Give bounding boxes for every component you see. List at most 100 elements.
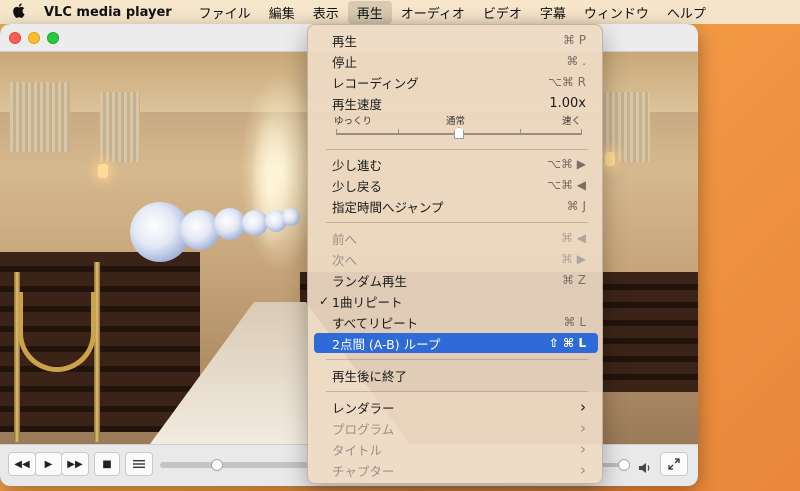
menu-item-label: レコーディング bbox=[332, 75, 419, 91]
apple-icon[interactable] bbox=[0, 2, 36, 22]
list-icon bbox=[133, 460, 145, 468]
menu-item-label: チャプター bbox=[332, 463, 395, 479]
menu-item-label: 停止 bbox=[332, 54, 358, 70]
menu-item-label: 1曲リピート bbox=[332, 294, 403, 310]
seek-bar[interactable] bbox=[160, 459, 310, 471]
wall-lamp bbox=[98, 164, 108, 178]
menu-item-label: 再生速度 bbox=[332, 96, 383, 112]
speed-tick bbox=[581, 129, 582, 134]
speed-tick bbox=[398, 129, 399, 134]
shortcut-label: ⌘ Z bbox=[561, 273, 586, 287]
submenu-arrow-icon: › bbox=[580, 398, 586, 416]
volume-slider[interactable] bbox=[600, 459, 630, 471]
menu-item-label: 再生後に終了 bbox=[332, 368, 408, 384]
stanchion-post bbox=[94, 262, 100, 442]
play-button[interactable]: ▶ bbox=[35, 452, 62, 476]
stop-button[interactable]: ■ bbox=[94, 452, 120, 476]
menu-view[interactable]: 表示 bbox=[304, 1, 348, 24]
shortcut-label: ⇧ ⌘ L bbox=[548, 336, 586, 350]
seek-knob[interactable] bbox=[211, 459, 223, 471]
menu-item-label: プログラム bbox=[332, 421, 395, 437]
shortcut-label: ⌘ . bbox=[566, 54, 586, 68]
shortcut-label: ⌘ J bbox=[566, 199, 586, 213]
flower-bouquet bbox=[282, 208, 300, 226]
menu-item-play[interactable]: 再生 ⌘ P bbox=[314, 30, 598, 50]
shortcut-label: ⌘ ▶ bbox=[560, 252, 586, 266]
submenu-arrow-icon: › bbox=[580, 440, 586, 458]
menu-separator bbox=[326, 391, 588, 392]
playlist-button[interactable] bbox=[125, 452, 153, 476]
menu-edit[interactable]: 編集 bbox=[260, 1, 304, 24]
menu-separator bbox=[326, 359, 588, 360]
wall-lamp bbox=[605, 152, 615, 166]
speed-value: 1.00x bbox=[549, 95, 586, 111]
menu-item-label: 少し進む bbox=[332, 157, 383, 173]
close-button[interactable] bbox=[9, 32, 21, 44]
menu-item-step-forward[interactable]: 少し進む ⌥⌘ ▶ bbox=[314, 154, 598, 174]
shortcut-label: ⌥⌘ ▶ bbox=[547, 157, 586, 171]
menu-item-random[interactable]: ランダム再生 ⌘ Z bbox=[314, 270, 598, 290]
speed-slider-knob[interactable] bbox=[454, 127, 464, 139]
menu-item-ab-loop[interactable]: 2点間 (A-B) ループ ⇧ ⌘ L bbox=[314, 333, 598, 353]
menu-item-chapter: チャプター › bbox=[314, 460, 598, 480]
menu-item-label: 前へ bbox=[332, 231, 358, 247]
menu-item-label: 次へ bbox=[332, 252, 358, 268]
menu-video[interactable]: ビデオ bbox=[474, 1, 531, 24]
menu-help[interactable]: ヘルプ bbox=[658, 1, 715, 24]
fast-forward-button[interactable]: ▶▶ bbox=[61, 452, 89, 476]
menu-window[interactable]: ウィンドウ bbox=[575, 1, 658, 24]
shortcut-label: ⌥⌘ ◀ bbox=[547, 178, 586, 192]
menu-item-quit-after-playback[interactable]: 再生後に終了 bbox=[314, 365, 598, 385]
menubar: VLC media player ファイル 編集 表示 再生 オーディオ ビデオ… bbox=[0, 0, 800, 24]
shortcut-label: ⌘ P bbox=[562, 33, 586, 47]
speed-slow-label: ゆっくり bbox=[334, 116, 373, 127]
menu-item-next: 次へ ⌘ ▶ bbox=[314, 249, 598, 269]
chapel-window bbox=[100, 92, 140, 162]
playback-menu: 再生 ⌘ P 停止 ⌘ . レコーディング ⌥⌘ R 再生速度 1.00x ゆっ… bbox=[307, 24, 603, 484]
menu-item-record[interactable]: レコーディング ⌥⌘ R bbox=[314, 72, 598, 92]
rewind-button[interactable]: ◀◀ bbox=[8, 452, 36, 476]
speed-fast-label: 速く bbox=[562, 116, 582, 127]
menu-item-stop[interactable]: 停止 ⌘ . bbox=[314, 51, 598, 71]
menu-item-title: タイトル › bbox=[314, 439, 598, 459]
fullscreen-button[interactable] bbox=[660, 452, 688, 476]
menu-audio[interactable]: オーディオ bbox=[392, 1, 474, 24]
menu-separator bbox=[326, 149, 588, 150]
menu-playback[interactable]: 再生 bbox=[347, 0, 392, 24]
menu-item-label: すべてリピート bbox=[332, 315, 419, 331]
menu-item-repeat-all[interactable]: すべてリピート ⌘ L bbox=[314, 312, 598, 332]
menu-item-label: 指定時間へジャンプ bbox=[332, 199, 444, 215]
menu-item-label: 再生 bbox=[332, 33, 358, 49]
minimize-button[interactable] bbox=[28, 32, 40, 44]
checkmark-icon: ✓ bbox=[319, 294, 330, 308]
speed-tick bbox=[520, 129, 521, 134]
shortcut-label: ⌘ ◀ bbox=[560, 231, 586, 245]
menu-item-repeat-one[interactable]: ✓ 1曲リピート bbox=[314, 291, 598, 311]
menu-item-speed: 再生速度 1.00x bbox=[314, 93, 598, 113]
submenu-arrow-icon: › bbox=[580, 419, 586, 437]
menu-file[interactable]: ファイル bbox=[190, 1, 260, 24]
menu-item-renderer[interactable]: レンダラー › bbox=[314, 397, 598, 417]
shortcut-label: ⌥⌘ R bbox=[548, 75, 586, 89]
flower-bouquet bbox=[180, 210, 220, 250]
volume-knob[interactable] bbox=[618, 459, 630, 471]
speed-normal-label: 通常 bbox=[446, 116, 466, 127]
menu-item-label: タイトル bbox=[332, 442, 383, 458]
menu-item-step-back[interactable]: 少し戻る ⌥⌘ ◀ bbox=[314, 175, 598, 195]
menu-subtitles[interactable]: 字幕 bbox=[531, 1, 575, 24]
fullscreen-icon bbox=[668, 458, 680, 470]
app-menu[interactable]: VLC media player bbox=[36, 5, 180, 20]
speaker-icon bbox=[638, 459, 652, 478]
stanchion-rope bbox=[18, 292, 96, 372]
speed-tick bbox=[336, 129, 337, 134]
menu-item-previous: 前へ ⌘ ◀ bbox=[314, 228, 598, 248]
menu-item-jump-to-time[interactable]: 指定時間へジャンプ ⌘ J bbox=[314, 196, 598, 216]
zoom-button[interactable] bbox=[47, 32, 59, 44]
shortcut-label: ⌘ L bbox=[563, 315, 587, 329]
flower-bouquet bbox=[242, 210, 268, 236]
menu-item-label: ランダム再生 bbox=[332, 273, 408, 289]
menu-separator bbox=[326, 222, 588, 223]
menu-item-label: 2点間 (A-B) ループ bbox=[332, 336, 441, 352]
submenu-arrow-icon: › bbox=[580, 461, 586, 479]
menu-item-label: 少し戻る bbox=[332, 178, 383, 194]
